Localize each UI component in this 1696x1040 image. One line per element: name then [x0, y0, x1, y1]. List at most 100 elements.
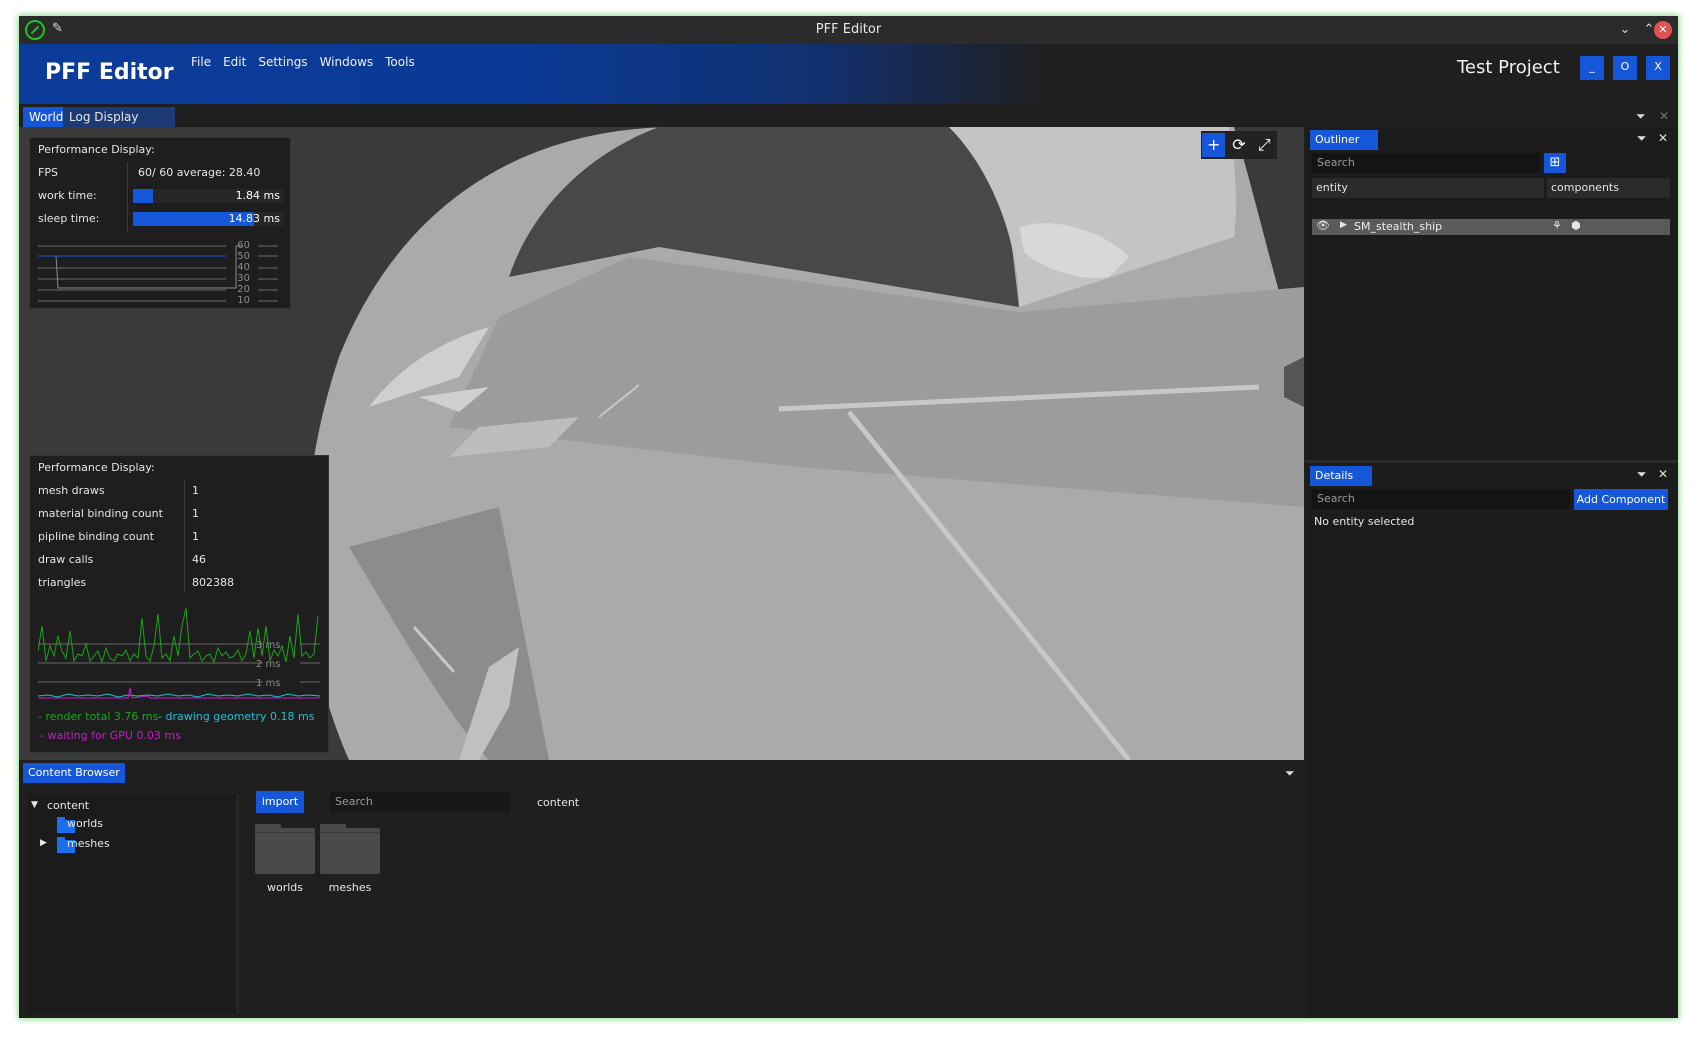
no-selection-text: No entity selected	[1314, 515, 1415, 528]
legend-waiting-gpu: - waiting for GPU 0.03 ms	[40, 729, 181, 742]
collapse-arrow-icon[interactable]: ▼	[31, 800, 38, 810]
rotate-icon[interactable]: ⟳	[1227, 133, 1250, 157]
tab-outliner[interactable]: Outliner	[1310, 130, 1378, 150]
tab-details[interactable]: Details	[1310, 466, 1372, 486]
time-tick: 3 ms	[256, 640, 281, 651]
stat-label: pipline binding count	[38, 530, 154, 543]
project-name: Test Project	[1457, 57, 1560, 78]
fps-tick: 60	[237, 240, 250, 251]
eye-icon[interactable]: 👁	[1316, 219, 1330, 232]
menu-windows[interactable]: Windows	[314, 55, 380, 69]
divider	[184, 480, 185, 592]
stat-label: draw calls	[38, 553, 94, 566]
add-component-button[interactable]: Add Component	[1574, 489, 1668, 510]
column-components[interactable]: components	[1547, 178, 1670, 198]
stat-value: 1	[192, 530, 199, 543]
fps-tick: 40	[237, 262, 250, 273]
tree-item-worlds[interactable]: worlds	[67, 817, 103, 830]
folder-meshes-icon[interactable]	[320, 824, 380, 874]
legend-drawing-geometry: - drawing geometry 0.18 ms	[158, 710, 315, 723]
window-title: PFF Editor	[815, 22, 882, 37]
content-browser: Content Browser ⏷ ▼ content worlds ▶ mes…	[19, 761, 1304, 1018]
title-bar: ✎ PFF Editor ⌄ ⌃ ✕	[19, 16, 1678, 44]
content-search-input[interactable]: Search	[330, 792, 510, 813]
editor-window: ✎ PFF Editor ⌄ ⌃ ✕ PFF Editor File Edit …	[19, 16, 1678, 1018]
menu-edit[interactable]: Edit	[217, 55, 252, 69]
fps-value: 60/ 60 average: 28.40	[138, 166, 261, 179]
chevron-down-icon[interactable]: ⌄	[1615, 20, 1635, 40]
tab-content-browser[interactable]: Content Browser	[23, 763, 125, 783]
dock-menu-icon[interactable]: ⏷	[1637, 131, 1647, 145]
menu-bar: File Edit Settings Windows Tools	[185, 55, 421, 69]
folder-label[interactable]: worlds	[255, 881, 315, 894]
fps-tick: 50	[237, 251, 250, 262]
details-search-input[interactable]: Search	[1312, 489, 1570, 509]
performance-panel-render: Performance Display: mesh draws 1 materi…	[29, 455, 329, 753]
tree-item-content[interactable]: content	[47, 799, 89, 812]
stat-label: triangles	[38, 576, 87, 589]
dock-menu-icon[interactable]: ⏷	[1285, 766, 1295, 781]
world-viewport[interactable]: + ⟳ ⤢ Performance Display: FPS 60/ 60 av…	[19, 127, 1304, 760]
import-button[interactable]: import	[256, 791, 304, 813]
close-icon[interactable]: ✕	[1658, 467, 1668, 481]
outliner-search-input[interactable]: Search	[1312, 153, 1540, 173]
close-icon[interactable]: ✕	[1654, 21, 1672, 39]
mesh-component-icon: ⬢	[1571, 219, 1581, 232]
app-header: PFF Editor File Edit Settings Windows To…	[19, 44, 1678, 104]
dock-menu-icon[interactable]: ⏷	[1637, 467, 1647, 481]
expand-arrow-icon[interactable]: ▶	[1340, 220, 1347, 230]
maximize-button[interactable]: O	[1613, 56, 1637, 80]
sleep-time-label: sleep time:	[38, 212, 100, 225]
dock-menu-icon[interactable]: ⏷	[1636, 109, 1646, 124]
add-entity-icon[interactable]: ⊞	[1544, 153, 1566, 173]
close-icon[interactable]: ✕	[1658, 131, 1668, 145]
stat-value: 1	[192, 507, 199, 520]
folder-tree: ▼ content worlds ▶ meshes	[27, 795, 239, 1013]
panel-divider[interactable]	[1306, 460, 1678, 463]
close-button[interactable]: X	[1646, 56, 1670, 80]
content-path: content	[537, 796, 580, 809]
transform-component-icon: ⚘	[1552, 219, 1562, 232]
stat-label: material binding count	[38, 507, 163, 520]
menu-file[interactable]: File	[185, 55, 217, 69]
legend-render-total: - render total 3.76 ms	[38, 710, 159, 723]
expand-arrow-icon[interactable]: ▶	[40, 838, 47, 848]
add-icon[interactable]: +	[1202, 133, 1226, 157]
tree-item-meshes[interactable]: meshes	[67, 837, 110, 850]
fullscreen-icon[interactable]: ⤢	[1253, 133, 1276, 157]
folder-label[interactable]: meshes	[320, 881, 380, 894]
work-time-value: 1.84 ms	[235, 189, 280, 202]
right-dock: Outliner ⏷ ✕ Search ⊞ entity components …	[1306, 127, 1678, 1018]
stat-value: 802388	[192, 576, 234, 589]
minimize-button[interactable]: _	[1580, 56, 1604, 80]
stat-label: mesh draws	[38, 484, 105, 497]
fps-tick: 10	[237, 295, 250, 306]
menu-settings[interactable]: Settings	[252, 55, 313, 69]
perf-heading: Performance Display:	[38, 461, 155, 474]
divider	[127, 162, 128, 232]
work-time-bar-fill	[133, 189, 153, 203]
menu-tools[interactable]: Tools	[379, 55, 421, 69]
performance-panel-timing: Performance Display: FPS 60/ 60 average:…	[29, 137, 291, 309]
fps-tick: 30	[237, 273, 250, 284]
viewport-toolbar: + ⟳ ⤢	[1201, 131, 1277, 159]
fps-label: FPS	[38, 166, 58, 179]
fps-tick: 20	[237, 284, 250, 295]
outliner-header: Outliner ⏷ ✕	[1306, 128, 1678, 150]
entity-name: SM_stealth_ship	[1354, 220, 1443, 233]
time-tick: 2 ms	[256, 659, 281, 670]
perf-heading: Performance Display:	[38, 143, 155, 156]
details-header: Details ⏷ ✕	[1306, 464, 1678, 486]
main-tab-bar: World Log Display	[19, 105, 1309, 128]
dock-close-icon[interactable]: ✕	[1659, 109, 1669, 123]
stat-value: 1	[192, 484, 199, 497]
brand-title: PFF Editor	[45, 60, 174, 85]
folder-worlds-icon[interactable]	[255, 824, 315, 874]
sleep-time-value: 14.83 ms	[228, 212, 280, 225]
tab-log-display[interactable]: Log Display	[63, 107, 175, 127]
time-tick: 1 ms	[256, 678, 281, 689]
column-entity[interactable]: entity	[1312, 178, 1544, 198]
work-time-label: work time:	[38, 189, 97, 202]
entity-row[interactable]: 👁 ▶ SM_stealth_ship ⚘ ⬢	[1312, 219, 1670, 235]
stat-value: 46	[192, 553, 206, 566]
